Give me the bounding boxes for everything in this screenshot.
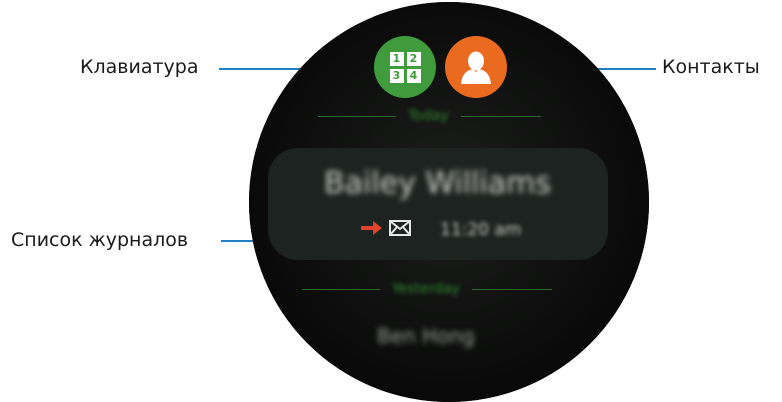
section-divider xyxy=(302,288,380,290)
section-header-yesterday: Yesterday xyxy=(302,281,552,297)
keypad-digit: 4 xyxy=(406,68,421,83)
callout-contacts-label: Контакты xyxy=(662,56,760,78)
keypad-digit: 2 xyxy=(406,51,421,66)
contact-person-icon xyxy=(461,51,491,84)
log-entry-name[interactable]: Ben Hong xyxy=(377,324,475,348)
contacts-button[interactable] xyxy=(445,36,507,98)
log-entry-card[interactable] xyxy=(268,148,608,260)
outgoing-arrow-icon xyxy=(361,221,382,235)
section-label-today: Today xyxy=(408,108,449,124)
section-divider xyxy=(471,288,552,290)
section-divider xyxy=(460,115,541,117)
log-entry-name: Bailey Williams xyxy=(324,166,551,201)
section-header-today: Today xyxy=(318,108,541,124)
section-divider xyxy=(318,115,396,117)
keypad-button[interactable]: 1 2 3 4 xyxy=(374,36,436,98)
log-entry-time: 11:20 am xyxy=(440,220,522,240)
message-icon xyxy=(389,220,411,236)
keypad-icon: 1 2 3 4 xyxy=(389,51,421,83)
callout-keypad-label: Клавиатура xyxy=(80,56,199,78)
callout-logs-list-label: Список журналов xyxy=(11,229,189,251)
keypad-digit: 3 xyxy=(389,68,404,83)
section-label-yesterday: Yesterday xyxy=(392,281,460,297)
keypad-digit: 1 xyxy=(389,51,404,66)
